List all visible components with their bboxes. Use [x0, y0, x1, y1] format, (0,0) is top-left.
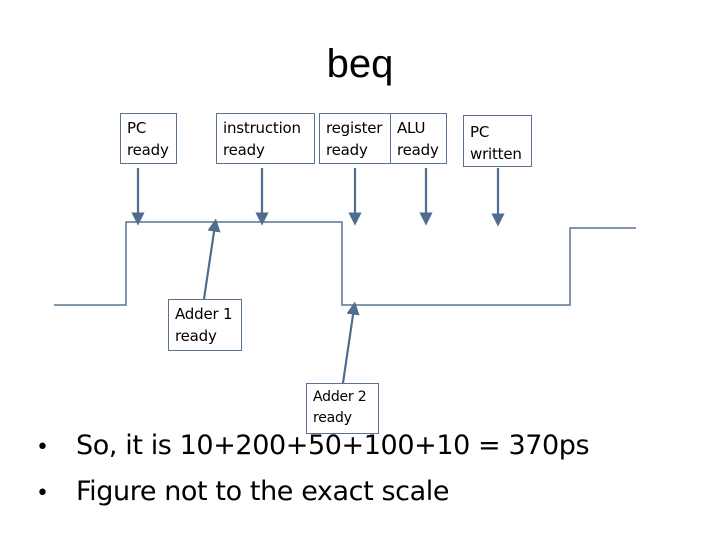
alu-ready-label: ALU ready	[390, 113, 447, 164]
label-line: written	[470, 145, 522, 163]
instruction-ready-label: instruction ready	[216, 113, 315, 164]
adder1-ready-label: Adder 1 ready	[168, 299, 242, 351]
label-line: Adder 1	[175, 305, 233, 323]
label-line: ALU	[397, 119, 426, 137]
bullet-text: So, it is 10+200+50+100+10 = 370ps	[76, 430, 590, 461]
bullet-dot: •	[36, 435, 49, 460]
label-line: ready	[223, 141, 265, 159]
label-line: PC	[127, 119, 147, 137]
bullet-dot: •	[36, 481, 49, 506]
label-line: ready	[326, 141, 368, 159]
bullet-item: • So, it is 10+200+50+100+10 = 370ps	[36, 424, 590, 470]
pc-ready-label: PC ready	[120, 113, 177, 164]
clock-waveform	[54, 221, 636, 306]
label-line: ready	[127, 141, 169, 159]
label-line: Adder 2	[313, 389, 367, 405]
label-line: PC	[470, 123, 490, 141]
pc-written-label: PC written	[463, 115, 532, 167]
label-line: register	[326, 119, 383, 137]
bullet-text: Figure not to the exact scale	[76, 476, 450, 507]
adder2-ready-arrow	[341, 301, 360, 384]
label-line: instruction	[223, 119, 301, 137]
adder1-ready-arrow	[202, 218, 221, 300]
label-line: ready	[175, 327, 217, 345]
bullet-list: • So, it is 10+200+50+100+10 = 370ps • F…	[36, 424, 590, 516]
bullet-item: • Figure not to the exact scale	[36, 470, 589, 516]
label-line: ready	[397, 141, 439, 159]
register-ready-label: register ready	[319, 113, 391, 164]
